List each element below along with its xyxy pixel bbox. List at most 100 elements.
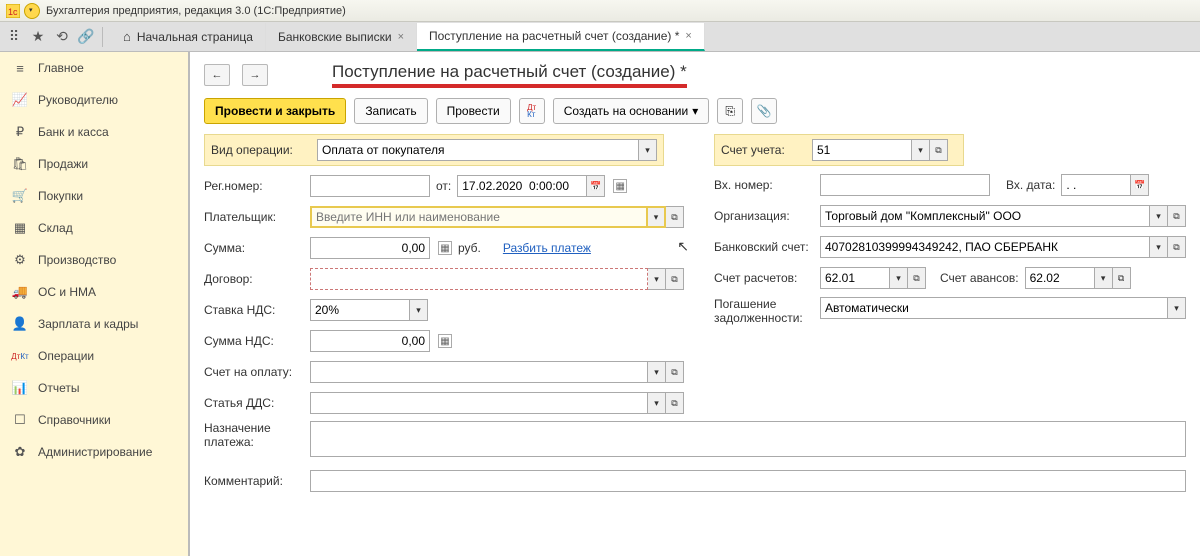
chevron-down-icon[interactable]: ▾: [890, 267, 908, 289]
dtkt-button[interactable]: ДтКт: [519, 98, 545, 124]
close-icon[interactable]: ×: [398, 31, 404, 43]
home-icon: ⌂: [123, 29, 131, 44]
chart-up-icon: 📈: [12, 92, 28, 108]
account-select[interactable]: [812, 139, 912, 161]
truck-icon: 🚚: [12, 284, 28, 300]
open-icon[interactable]: ⧉: [1168, 205, 1186, 227]
date-input[interactable]: [457, 175, 587, 197]
split-payment-link[interactable]: Разбить платеж: [503, 241, 591, 255]
open-icon[interactable]: ⧉: [1168, 236, 1186, 258]
post-and-close-button[interactable]: Провести и закрыть: [204, 98, 346, 124]
link-icon[interactable]: 🔗: [78, 29, 94, 45]
calculator-icon[interactable]: ▦: [438, 241, 452, 255]
tab-bank-statements[interactable]: Банковские выписки ×: [266, 23, 417, 51]
chevron-down-icon[interactable]: ▾: [912, 139, 930, 161]
chevron-down-icon[interactable]: ▾: [1095, 267, 1113, 289]
close-icon[interactable]: ×: [685, 30, 691, 42]
sidebar-item-main[interactable]: ≡Главное: [0, 52, 188, 84]
sidebar-item-sales[interactable]: 🛍Продажи: [0, 148, 188, 180]
chevron-down-icon[interactable]: ▾: [648, 392, 666, 414]
bank-acc-select[interactable]: [820, 236, 1150, 258]
open-icon[interactable]: ⧉: [908, 267, 926, 289]
sidebar-item-warehouse[interactable]: ▦Склад: [0, 212, 188, 244]
invoice-input[interactable]: [310, 361, 648, 383]
from-label: от:: [436, 179, 451, 193]
chevron-down-icon[interactable]: ▾: [410, 299, 428, 321]
dds-input[interactable]: [310, 392, 648, 414]
sidebar-label: Отчеты: [38, 381, 79, 395]
attach-button[interactable]: 📎: [751, 98, 777, 124]
sidebar-label: Производство: [38, 253, 116, 267]
dropdown-icon[interactable]: [24, 3, 40, 19]
sidebar-item-assets[interactable]: 🚚 ОС и НМА: [0, 276, 188, 308]
chevron-down-icon[interactable]: ▾: [648, 361, 666, 383]
chevron-down-icon[interactable]: ▾: [1150, 205, 1168, 227]
apps-icon[interactable]: ⠿: [6, 29, 22, 45]
tab-receipt[interactable]: Поступление на расчетный счет (создание)…: [417, 23, 705, 51]
sidebar-item-operations[interactable]: ДтКтОперации: [0, 340, 188, 372]
sidebar-item-production[interactable]: ⚙Производство: [0, 244, 188, 276]
calc-acc-label: Счет расчетов:: [714, 271, 814, 285]
sidebar-item-bank[interactable]: ₽Банк и касса: [0, 116, 188, 148]
purpose-textarea[interactable]: [310, 421, 1186, 457]
app-logo-icon: 1с: [6, 4, 20, 18]
sum-input[interactable]: [310, 237, 430, 259]
folder-icon: ☐: [12, 412, 28, 428]
chevron-down-icon: ▾: [692, 104, 698, 118]
calculator-icon[interactable]: ▦: [438, 334, 452, 348]
save-button[interactable]: Записать: [354, 98, 427, 124]
calc-acc-select[interactable]: [820, 267, 890, 289]
sidebar-item-reports[interactable]: 📊Отчеты: [0, 372, 188, 404]
chevron-down-icon[interactable]: ▾: [639, 139, 657, 161]
open-icon[interactable]: ⧉: [666, 206, 684, 228]
vat-sum-input[interactable]: [310, 330, 430, 352]
op-type-select[interactable]: [317, 139, 639, 161]
history-icon[interactable]: ⟲: [54, 29, 70, 45]
sidebar-item-hr[interactable]: 👤Зарплата и кадры: [0, 308, 188, 340]
open-icon[interactable]: ⧉: [1113, 267, 1131, 289]
in-num-input[interactable]: [820, 174, 990, 196]
tab-home-label: Начальная страница: [137, 30, 253, 44]
open-icon[interactable]: ⧉: [666, 361, 684, 383]
chevron-down-icon[interactable]: ▾: [648, 268, 666, 290]
sidebar-item-purchases[interactable]: 🛒 Покупки: [0, 180, 188, 212]
chevron-down-icon[interactable]: ▾: [1168, 297, 1186, 319]
sidebar-item-refs[interactable]: ☐ Справочники: [0, 404, 188, 436]
nav-forward-button[interactable]: →: [242, 64, 268, 86]
star-icon[interactable]: ★: [30, 29, 46, 45]
vat-rate-select[interactable]: [310, 299, 410, 321]
btn-label: Создать на основании: [564, 104, 689, 118]
open-icon[interactable]: ⧉: [930, 139, 948, 161]
in-date-input[interactable]: [1061, 174, 1131, 196]
calendar-icon[interactable]: 📅: [587, 175, 605, 197]
create-based-button[interactable]: Создать на основании ▾: [553, 98, 710, 124]
reg-num-input[interactable]: [310, 175, 430, 197]
grid-icon[interactable]: ▦: [613, 179, 627, 193]
cart-icon: 🛒: [12, 188, 28, 204]
adv-acc-select[interactable]: [1025, 267, 1095, 289]
open-icon[interactable]: ⧉: [666, 392, 684, 414]
comment-input[interactable]: [310, 470, 1186, 492]
open-icon[interactable]: ⧉: [666, 268, 684, 290]
sidebar-label: Покупки: [38, 189, 83, 203]
calendar-icon[interactable]: 📅: [1131, 174, 1149, 196]
sidebar-label: Справочники: [38, 413, 111, 427]
sidebar-label: ОС и НМА: [38, 285, 96, 299]
org-select[interactable]: [820, 205, 1150, 227]
chevron-down-icon[interactable]: ▾: [648, 206, 666, 228]
contract-input[interactable]: [310, 268, 648, 290]
invoice-label: Счет на оплату:: [204, 365, 304, 379]
op-type-label: Вид операции:: [211, 143, 311, 157]
dtkt-icon: ДтКт: [12, 348, 28, 364]
chevron-down-icon[interactable]: ▾: [1150, 236, 1168, 258]
post-button[interactable]: Провести: [436, 98, 511, 124]
nav-back-button[interactable]: ←: [204, 64, 230, 86]
org-label: Организация:: [714, 209, 814, 223]
sidebar-item-admin[interactable]: ✿Администрирование: [0, 436, 188, 468]
structure-button[interactable]: ⎘: [717, 98, 743, 124]
payer-input[interactable]: [310, 206, 648, 228]
tab-home[interactable]: ⌂ Начальная страница: [111, 23, 266, 51]
sidebar-item-manager[interactable]: 📈Руководителю: [0, 84, 188, 116]
sidebar-label: Банк и касса: [38, 125, 109, 139]
repay-select[interactable]: [820, 297, 1168, 319]
